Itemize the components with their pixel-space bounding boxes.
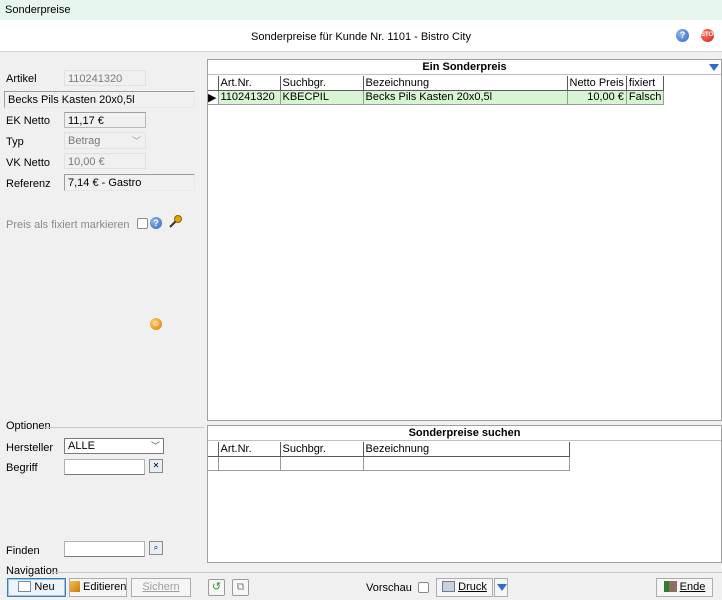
col-header-bezeichnung[interactable]: Bezeichnung — [362, 76, 568, 91]
row-indicator-header — [208, 76, 219, 91]
cell-fixiert[interactable]: Falsch — [625, 89, 665, 105]
col-header-suchbgr[interactable]: Suchbgr. — [279, 76, 364, 91]
cell-artnr[interactable]: 110241320 — [217, 89, 281, 105]
col-header-netto-preis[interactable]: Netto Preis — [566, 76, 627, 91]
row-pointer-icon: ▶ — [208, 89, 219, 105]
chevron-down-icon — [497, 584, 507, 591]
navigation-divider — [52, 572, 722, 573]
hersteller-label: Hersteller — [6, 442, 54, 454]
page-title: Sonderpreise für Kunde Nr. 1101 - Bistro… — [251, 31, 471, 43]
typ-label: Typ — [6, 136, 24, 148]
row-indicator-header — [208, 442, 219, 457]
col-header-artnr[interactable]: Art.Nr. — [217, 76, 281, 91]
options-divider — [44, 427, 204, 428]
vk-netto-label: VK Netto — [6, 157, 51, 169]
cell-bezeichnung[interactable] — [362, 455, 570, 471]
table-row[interactable]: ▶ 110241320 KBECPIL Becks Pils Kasten 20… — [208, 89, 665, 105]
col-header-bezeichnung[interactable]: Bezeichnung — [362, 442, 570, 457]
window-titlebar: Sonderpreise — [0, 0, 722, 20]
search-grid-title: Sonderpreise suchen — [208, 426, 721, 441]
undo-icon[interactable]: ↺ — [208, 579, 225, 596]
vk-netto-field[interactable]: 10,00 € — [64, 153, 146, 169]
col-header-fixiert[interactable]: fixiert — [625, 76, 665, 91]
begriff-input[interactable] — [64, 459, 145, 475]
editieren-button[interactable]: Editieren — [69, 578, 127, 597]
typ-select-value: Betrag — [68, 135, 101, 147]
search-icon[interactable]: ⌕ — [149, 541, 163, 555]
article-name-field: Becks Pils Kasten 20x0,5l — [4, 91, 195, 108]
page-header: Sonderpreise für Kunde Nr. 1101 - Bistro… — [0, 20, 722, 52]
navigation-section-label: Navigation — [6, 565, 58, 577]
stop-icon[interactable]: STOP — [701, 29, 717, 42]
hersteller-select-value: ALLE — [68, 440, 95, 452]
exit-door-icon — [663, 581, 677, 592]
vorschau-label: Vorschau — [366, 582, 412, 594]
druck-button[interactable]: Druck — [436, 578, 493, 597]
ende-button[interactable]: Ende — [656, 578, 713, 597]
ende-button-label: Ende — [679, 581, 706, 593]
ek-netto-field: 11,17 € — [64, 112, 146, 128]
dropdown-arrow-icon[interactable] — [709, 64, 719, 71]
clear-search-icon[interactable]: ✕ — [149, 459, 163, 473]
fixiert-checkbox[interactable] — [137, 218, 148, 229]
pencil-icon — [70, 581, 80, 592]
col-header-artnr[interactable]: Art.Nr. — [217, 442, 281, 457]
editieren-button-label: Editieren — [83, 581, 127, 593]
artikel-field: 110241320 — [64, 70, 146, 86]
table-row[interactable] — [208, 455, 570, 471]
key-icon[interactable] — [168, 214, 183, 229]
artikel-label: Artikel — [6, 73, 37, 85]
smiley-icon: ☺ — [150, 318, 162, 330]
begriff-label: Begriff — [6, 462, 38, 474]
sonderpreis-table: Art.Nr. Suchbgr. Bezeichnung Netto Preis… — [208, 76, 665, 105]
new-document-icon — [18, 581, 32, 592]
search-grid-panel: Sonderpreise suchen Art.Nr. Suchbgr. Bez… — [207, 425, 722, 563]
referenz-label: Referenz — [6, 178, 51, 190]
cell-netto-preis[interactable]: 10,00 € — [566, 89, 627, 105]
cell-artnr[interactable] — [217, 455, 281, 471]
chevron-down-icon: ﹀ — [131, 136, 141, 146]
druck-dropdown-button[interactable] — [494, 578, 508, 597]
cell-bezeichnung[interactable]: Becks Pils Kasten 20x0,5l — [362, 89, 568, 105]
neu-button-label: Neu — [34, 581, 55, 593]
chevron-down-icon: ﹀ — [150, 441, 160, 451]
hersteller-select[interactable]: ALLE ﹀ — [64, 438, 164, 454]
neu-button[interactable]: Neu — [7, 578, 66, 597]
info-icon[interactable]: ? — [150, 217, 162, 229]
finden-input[interactable] — [64, 541, 145, 557]
vorschau-checkbox[interactable] — [418, 582, 429, 593]
options-section-label: Optionen — [6, 420, 51, 432]
fixiert-label: Preis als fixiert markieren — [6, 219, 130, 231]
cell-suchbgr[interactable] — [279, 455, 364, 471]
finden-label: Finden — [6, 545, 40, 557]
sonderpreis-grid-title: Ein Sonderpreis — [208, 60, 721, 75]
row-indicator — [208, 455, 219, 471]
search-table: Art.Nr. Suchbgr. Bezeichnung — [208, 442, 570, 471]
druck-button-label: Druck — [458, 581, 487, 593]
col-header-suchbgr[interactable]: Suchbgr. — [279, 442, 364, 457]
help-icon[interactable]: ? — [676, 29, 689, 42]
printer-icon — [442, 581, 456, 592]
copy-icon[interactable]: ⧉ — [232, 579, 249, 596]
sichern-button-label: Sichern — [142, 581, 180, 593]
ek-netto-label: EK Netto — [6, 115, 51, 127]
sonderpreis-grid-panel: Ein Sonderpreis Art.Nr. Suchbgr. Bezeich… — [207, 59, 722, 421]
referenz-field: 7,14 € - Gastro — [64, 174, 195, 191]
typ-select[interactable]: Betrag ﹀ — [64, 132, 146, 149]
window-title: Sonderpreise — [5, 4, 71, 16]
sichern-button[interactable]: Sichern — [131, 578, 191, 597]
cell-suchbgr[interactable]: KBECPIL — [279, 89, 364, 105]
